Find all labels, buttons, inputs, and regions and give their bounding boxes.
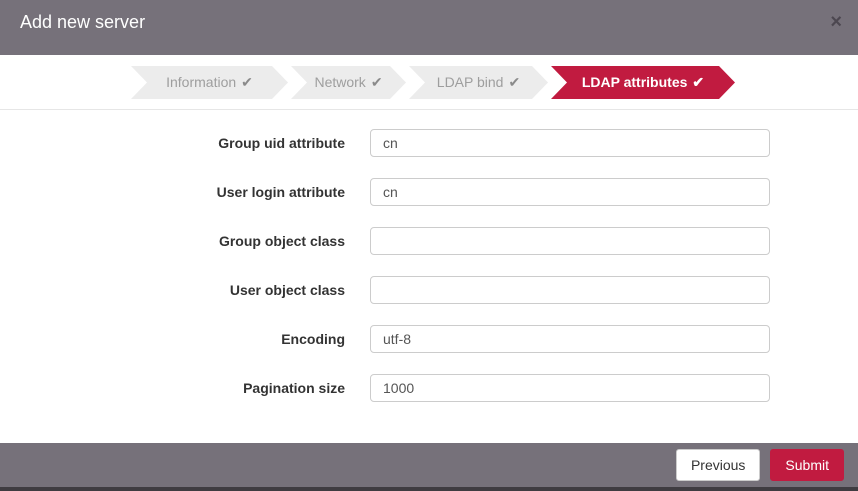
check-icon: ✔ bbox=[508, 74, 520, 90]
field-label: Pagination size bbox=[0, 374, 345, 402]
modal-title: Add new server bbox=[20, 12, 830, 33]
modal-footer: Previous Submit bbox=[0, 443, 858, 487]
previous-button[interactable]: Previous bbox=[676, 449, 760, 481]
field-label: Group uid attribute bbox=[0, 129, 345, 157]
step-network[interactable]: Network ✔ bbox=[291, 66, 406, 99]
field-label: Group object class bbox=[0, 227, 345, 255]
user-object-class-input[interactable] bbox=[370, 276, 770, 304]
check-icon: ✔ bbox=[371, 74, 383, 90]
check-icon: ✔ bbox=[241, 74, 253, 90]
modal-header: Add new server × bbox=[0, 0, 858, 55]
form-row: Group uid attribute bbox=[0, 129, 858, 157]
step-label: LDAP bind bbox=[437, 74, 504, 90]
submit-button[interactable]: Submit bbox=[770, 449, 844, 481]
field-label: User object class bbox=[0, 276, 345, 304]
group-uid-attribute-input[interactable] bbox=[370, 129, 770, 157]
page-background-strip bbox=[0, 487, 858, 491]
ldap-attributes-form: Group uid attribute User login attribute… bbox=[0, 110, 858, 443]
form-row: User object class bbox=[0, 276, 858, 304]
add-server-modal: Add new server × Information ✔ Network ✔ L… bbox=[0, 0, 858, 491]
wizard-steps: Information✔ Network✔ LDAP bind✔ LDAP at… bbox=[0, 55, 858, 110]
group-object-class-input[interactable] bbox=[370, 227, 770, 255]
user-login-attribute-input[interactable] bbox=[370, 178, 770, 206]
step-ldap-bind[interactable]: LDAP bind✔ bbox=[409, 66, 548, 99]
check-icon: ✔ bbox=[692, 74, 704, 90]
step-information[interactable]: Information ✔ bbox=[131, 66, 288, 99]
field-label: User login attribute bbox=[0, 178, 345, 206]
step-label: Information bbox=[166, 74, 236, 90]
step-label: Network bbox=[314, 74, 365, 90]
form-row: Group object class bbox=[0, 227, 858, 255]
form-row: Pagination size bbox=[0, 374, 858, 402]
form-row: User login attribute bbox=[0, 178, 858, 206]
form-row: Encoding bbox=[0, 325, 858, 353]
step-ldap-attributes[interactable]: LDAP attributes✔ bbox=[551, 66, 735, 99]
pagination-size-input[interactable] bbox=[370, 374, 770, 402]
close-icon[interactable]: × bbox=[830, 14, 842, 30]
encoding-input[interactable] bbox=[370, 325, 770, 353]
step-label: LDAP attributes bbox=[582, 74, 688, 90]
field-label: Encoding bbox=[0, 325, 345, 353]
